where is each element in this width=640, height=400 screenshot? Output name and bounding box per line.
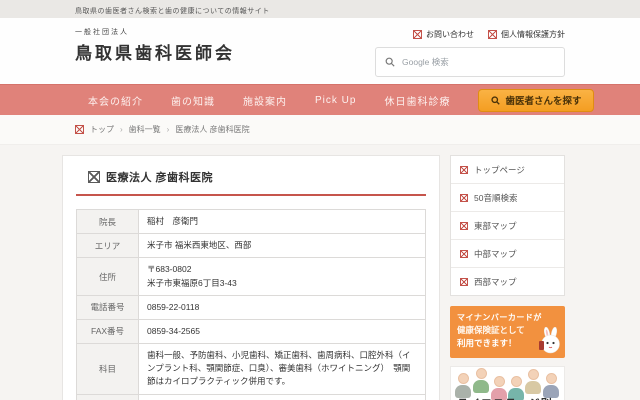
breadcrumb-bar: トップ › 歯科一覧 › 医療法人 彦歯科医院 [0, 115, 640, 145]
find-dentist-button[interactable]: 歯医者さんを探す [478, 89, 594, 112]
field-value: 9:00～12:00 14:30～19:00 （土）9:00～12:00 14:… [139, 394, 426, 400]
contact-link-label: お問い合わせ [426, 29, 474, 40]
google-search-box[interactable] [375, 47, 565, 77]
broken-image-icon [460, 250, 468, 258]
broken-image-icon [460, 222, 468, 230]
table-row-fax: FAX番号 0859-34-2565 [77, 319, 426, 343]
logo-title: 鳥取県歯科医師会 [75, 39, 235, 64]
privacy-policy-label: 個人情報保護方針 [501, 29, 565, 40]
field-value: 米子市 福米西東地区、西部 [139, 234, 426, 258]
nav-item-facilities[interactable]: 施設案内 [243, 93, 287, 108]
banner-line: ライフステージ別 [451, 395, 564, 400]
nav-item-about[interactable]: 本会の紹介 [88, 93, 143, 108]
header-links: お問い合わせ 個人情報保護方針 [413, 29, 565, 40]
header-right: お問い合わせ 個人情報保護方針 [375, 27, 565, 77]
nav-item-holiday-care[interactable]: 休日歯科診療 [384, 93, 450, 108]
field-value: 歯科一般、予防歯科、小児歯科、矯正歯科、歯周病科、口腔外科（インプラント科、顎関… [139, 344, 426, 395]
sidebar-item-label: 西部マップ [474, 276, 517, 288]
sidebar-item-label: 50音順検索 [474, 192, 517, 204]
field-label: 科目 [77, 344, 139, 395]
field-value: 0859-22-0118 [139, 295, 426, 319]
clinic-title-row: 医療法人 彦歯科医院 [76, 169, 426, 185]
family-illustration [451, 367, 564, 393]
banner-line: マイナンバーカードが [457, 312, 558, 323]
rabbit-mascot-illustration [538, 327, 562, 355]
main-nav: 本会の紹介 歯の知識 施設案内 Pick Up 休日歯科診療 歯医者さんを探す [0, 84, 640, 115]
sidebar-item-label: 中部マップ [474, 248, 517, 260]
find-dentist-label: 歯医者さんを探す [505, 93, 581, 107]
title-divider [76, 194, 426, 196]
sidebar-item-central-map[interactable]: 中部マップ [451, 240, 564, 268]
broken-image-icon [460, 194, 468, 202]
site-tagline: 鳥取県の歯医者さん検索と歯の健康についての情報サイト [62, 8, 270, 15]
mynumber-card-banner[interactable]: マイナンバーカードが 健康保険証として 利用できます！ [450, 306, 565, 358]
sidebar-item-syllabary-search[interactable]: 50音順検索 [451, 184, 564, 212]
table-row-subjects: 科目 歯科一般、予防歯科、小児歯科、矯正歯科、歯周病科、口腔外科（インプラント科… [77, 344, 426, 395]
content: 医療法人 彦歯科医院 院長 稲村 彦衛門 エリア 米子市 福米西東地区、西部 住… [62, 145, 565, 400]
field-label: 電話番号 [77, 295, 139, 319]
table-row-phone: 電話番号 0859-22-0118 [77, 295, 426, 319]
broken-image-icon [88, 171, 100, 183]
table-row-hours: 診療時間 9:00～12:00 14:30～19:00 （土）9:00～12:0… [77, 394, 426, 400]
clinic-detail-table: 院長 稲村 彦衛門 エリア 米子市 福米西東地区、西部 住所 〒683-0802… [76, 209, 426, 400]
sidebar-item-east-map[interactable]: 東部マップ [451, 212, 564, 240]
search-icon [491, 96, 500, 105]
header: 一般社団法人 鳥取県歯科医師会 お問い合わせ 個人情報保護方針 [0, 18, 640, 84]
lifestage-course-banner[interactable]: ライフステージ別 歯科保健講座 [450, 366, 565, 400]
field-label: FAX番号 [77, 319, 139, 343]
sidebar-item-label: 東部マップ [474, 220, 517, 232]
sidebar: トップページ 50音順検索 東部マップ 中部マップ 西部マップ [450, 155, 565, 400]
field-value: 0859-34-2565 [139, 319, 426, 343]
page: 鳥取県の歯医者さん検索と歯の健康についての情報サイト 一般社団法人 鳥取県歯科医… [0, 0, 640, 400]
field-value: 〒683-0802 米子市東福原6丁目3-43 [139, 258, 426, 295]
person-illustration [525, 369, 541, 394]
table-row-area: エリア 米子市 福米西東地区、西部 [77, 234, 426, 258]
field-label: 院長 [77, 210, 139, 234]
field-label: 診療時間 [77, 394, 139, 400]
breadcrumb-separator: › [167, 125, 170, 134]
privacy-policy-link[interactable]: 個人情報保護方針 [488, 29, 565, 40]
nav-item-tooth-knowledge[interactable]: 歯の知識 [171, 93, 215, 108]
clinic-name-title: 医療法人 彦歯科医院 [106, 169, 213, 185]
nav-item-pickup[interactable]: Pick Up [315, 95, 356, 106]
search-input[interactable] [402, 57, 555, 67]
breadcrumb-clinic-list[interactable]: 歯科一覧 [129, 124, 161, 135]
clinic-detail-card: 医療法人 彦歯科医院 院長 稲村 彦衛門 エリア 米子市 福米西東地区、西部 住… [62, 155, 440, 400]
sidebar-item-label: トップページ [474, 164, 525, 176]
site-logo[interactable]: 一般社団法人 鳥取県歯科医師会 [62, 27, 235, 77]
broken-image-icon [488, 30, 497, 39]
tagline-bar: 鳥取県の歯医者さん検索と歯の健康についての情報サイト [0, 0, 640, 18]
table-row-address: 住所 〒683-0802 米子市東福原6丁目3-43 [77, 258, 426, 295]
breadcrumb-separator: › [120, 125, 123, 134]
sidebar-menu: トップページ 50音順検索 東部マップ 中部マップ 西部マップ [450, 155, 565, 296]
broken-image-icon [413, 30, 422, 39]
logo-org-type: 一般社団法人 [75, 27, 235, 37]
search-icon [385, 57, 395, 67]
field-value: 稲村 彦衛門 [139, 210, 426, 234]
breadcrumb: トップ › 歯科一覧 › 医療法人 彦歯科医院 [62, 124, 565, 135]
broken-image-icon [75, 125, 84, 134]
table-row-director: 院長 稲村 彦衛門 [77, 210, 426, 234]
sidebar-item-west-map[interactable]: 西部マップ [451, 268, 564, 295]
person-illustration [473, 368, 489, 393]
field-label: エリア [77, 234, 139, 258]
breadcrumb-current: 医療法人 彦歯科医院 [175, 124, 249, 135]
broken-image-icon [460, 278, 468, 286]
sidebar-item-top[interactable]: トップページ [451, 156, 564, 184]
breadcrumb-top[interactable]: トップ [90, 124, 114, 135]
field-label: 住所 [77, 258, 139, 295]
broken-image-icon [460, 166, 468, 174]
contact-link[interactable]: お問い合わせ [413, 29, 474, 40]
